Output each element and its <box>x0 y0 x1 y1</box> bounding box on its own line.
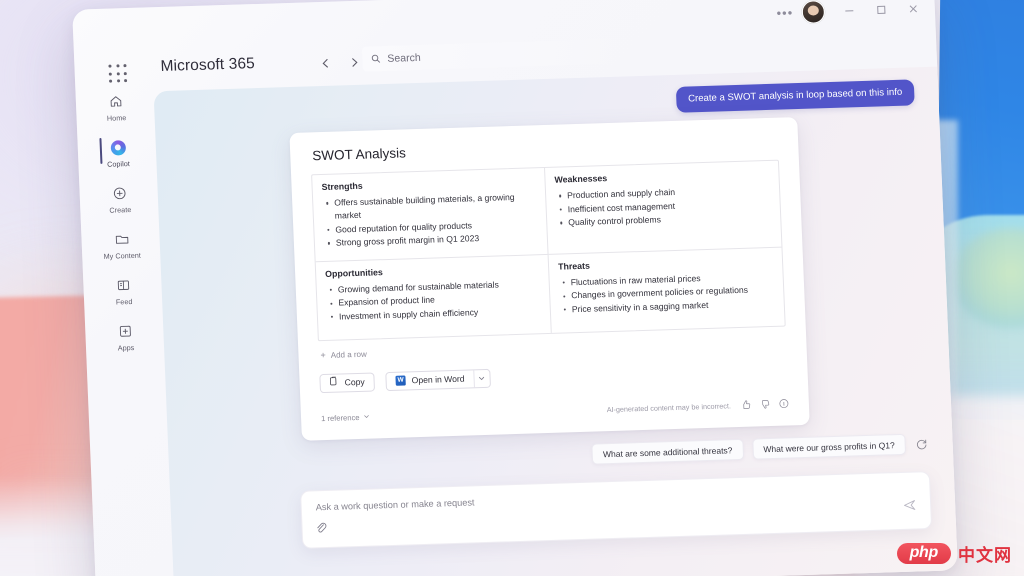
feed-icon <box>113 276 134 295</box>
quadrant-list: Production and supply chain Inefficient … <box>555 183 772 230</box>
nav-buttons <box>317 53 362 72</box>
swot-table: Strengths Offers sustainable building ma… <box>311 159 786 341</box>
open-in-word-label: Open in Word <box>411 373 465 386</box>
search-icon <box>371 50 381 68</box>
quadrant-heading: Strengths <box>321 180 363 193</box>
folder-icon <box>111 230 132 249</box>
user-message-bubble: Create a SWOT analysis in loop based on … <box>675 79 915 113</box>
reference-toggle[interactable]: 1 reference <box>320 413 371 424</box>
sidebar-item-feed[interactable]: Feed <box>83 267 165 315</box>
add-row-button[interactable]: + Add a row <box>320 336 786 360</box>
chevron-down-icon <box>363 413 370 422</box>
send-icon[interactable] <box>903 499 917 517</box>
copy-label: Copy <box>344 377 365 388</box>
quadrant-list: Offers sustainable building materials, a… <box>322 190 538 250</box>
composer-placeholder: Ask a work question or make a request <box>315 497 475 513</box>
plus-icon: + <box>320 349 326 360</box>
copilot-icon <box>107 138 128 157</box>
sidebar-item-label: Home <box>106 113 127 123</box>
card-title: SWOT Analysis <box>312 145 407 164</box>
screenshot-root: ••• Microsoft 365 Search Home Copilot Cr… <box>0 0 1024 576</box>
chevron-down-icon[interactable] <box>473 369 490 388</box>
sidebar-item-label: Copilot <box>106 159 131 169</box>
open-in-word-button[interactable]: W Open in Word <box>385 368 491 391</box>
sidebar-item-create[interactable]: Create <box>79 175 161 223</box>
ai-disclaimer: AI-generated content may be incorrect. <box>606 401 732 415</box>
page-title: Microsoft 365 <box>160 55 256 76</box>
card-actions: Copy W Open in Word <box>319 359 788 393</box>
sidebar-item-apps[interactable]: Apps <box>85 313 167 361</box>
word-icon: W <box>395 375 406 387</box>
add-row-label: Add a row <box>330 349 367 360</box>
sidebar-item-label: Create <box>109 205 132 215</box>
plus-circle-icon <box>109 184 130 203</box>
sidebar-item-label: My Content <box>103 250 142 261</box>
quadrant-heading: Opportunities <box>324 266 384 279</box>
swot-quadrant-threats: Threats Fluctuations in raw material pri… <box>549 247 785 332</box>
swot-quadrant-weaknesses: Weaknesses Production and supply chain I… <box>545 160 782 255</box>
open-in-word-main[interactable]: W Open in Word <box>386 370 474 390</box>
watermark-text: 中文网 <box>958 546 1012 565</box>
apps-icon <box>115 322 136 341</box>
forward-icon[interactable] <box>345 53 362 71</box>
thumbs-down-icon[interactable] <box>760 396 771 414</box>
swot-quadrant-opportunities: Opportunities Growing demand for sustain… <box>315 254 552 340</box>
search-input[interactable]: Search <box>361 37 655 72</box>
watermark-logo: php <box>896 542 951 565</box>
sidebar-item-my-content[interactable]: My Content <box>81 221 163 269</box>
card-footer: 1 reference AI-generated content may be … <box>321 395 790 428</box>
suggestion-chip-2[interactable]: What were our gross profits in Q1? <box>751 433 907 460</box>
chat-panel: Create a SWOT analysis in loop based on … <box>153 66 958 576</box>
feedback-icons <box>741 395 790 414</box>
back-icon[interactable] <box>317 54 334 72</box>
search-placeholder: Search <box>387 51 421 65</box>
swot-quadrant-strengths: Strengths Offers sustainable building ma… <box>312 168 549 262</box>
copy-button[interactable]: Copy <box>319 372 376 393</box>
window-body: ••• Microsoft 365 Search Home Copilot Cr… <box>72 0 958 576</box>
home-icon <box>106 92 127 111</box>
suggestion-row: What are some additional threats? What w… <box>169 433 930 478</box>
quadrant-list: Growing demand for sustainable materials… <box>326 277 542 324</box>
copilot-response-card: SWOT Analysis Strengths Offers sustainab… <box>289 117 810 441</box>
quadrant-heading: Weaknesses <box>554 173 608 185</box>
footer-right: AI-generated content may be incorrect. <box>606 395 789 419</box>
thumbs-up-icon[interactable] <box>741 396 752 414</box>
reference-label: 1 reference <box>320 413 360 424</box>
suggestion-chip-1[interactable]: What are some additional threats? <box>591 438 744 465</box>
sidebar-item-label: Apps <box>117 342 135 353</box>
quadrant-heading: Threats <box>557 260 591 272</box>
copy-icon <box>329 376 338 389</box>
sidebar-item-copilot[interactable]: Copilot <box>77 129 159 177</box>
message-composer[interactable]: Ask a work question or make a request <box>300 471 933 549</box>
app-launcher-icon[interactable] <box>108 64 129 85</box>
sidebar-item-home[interactable]: Home <box>75 83 157 131</box>
refresh-icon[interactable] <box>914 437 929 451</box>
quadrant-list: Fluctuations in raw material prices Chan… <box>558 270 775 317</box>
info-icon[interactable] <box>779 395 790 413</box>
attachment-icon[interactable] <box>314 521 328 539</box>
watermark: php 中文网 <box>896 541 1012 566</box>
app-window: ••• Microsoft 365 Search Home Copilot Cr… <box>72 0 958 576</box>
sidebar-item-label: Feed <box>115 297 133 307</box>
